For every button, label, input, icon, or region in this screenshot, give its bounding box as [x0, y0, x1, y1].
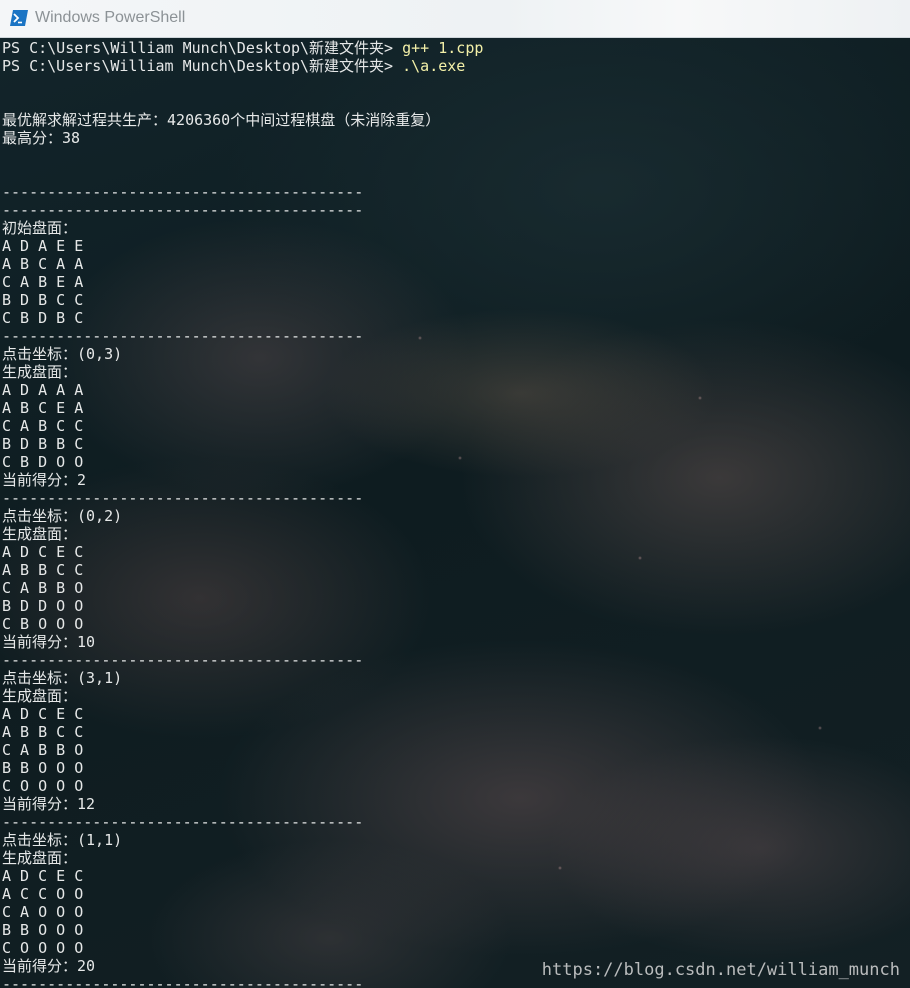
- board-row: C O O O O: [2, 939, 84, 957]
- board-row: A B C A A: [2, 255, 84, 273]
- click-coordinate-line: 点击坐标：(3,1): [2, 669, 123, 687]
- current-score-line: 当前得分：20: [2, 957, 96, 975]
- board-row: C A B B O: [2, 579, 84, 597]
- board-row: A B B C C: [2, 723, 84, 741]
- generated-board-label: 生成盘面：: [2, 849, 78, 867]
- separator-line: ----------------------------------------: [2, 183, 364, 201]
- generated-board-label: 生成盘面：: [2, 363, 78, 381]
- click-coordinate-line: 点击坐标：(1,1): [2, 831, 123, 849]
- board-row: A D C E C: [2, 543, 84, 561]
- generated-board-label: 生成盘面：: [2, 525, 78, 543]
- initial-board-label: 初始盘面：: [2, 219, 78, 237]
- prompt-line-2: PS C:\Users\William Munch\Desktop\新建文件夹>…: [2, 57, 483, 75]
- click-coordinate-line: 点击坐标：(0,2): [2, 507, 123, 525]
- console-output[interactable]: PS C:\Users\William Munch\Desktop\新建文件夹>…: [0, 38, 910, 988]
- console-lines: PS C:\Users\William Munch\Desktop\新建文件夹>…: [2, 39, 483, 988]
- separator-line: ----------------------------------------: [2, 975, 364, 988]
- prompt-path: PS C:\Users\William Munch\Desktop\新建文件夹>: [2, 39, 403, 57]
- powershell-icon: [10, 10, 28, 26]
- separator-line: ----------------------------------------: [2, 489, 364, 507]
- board-row: C A B E A: [2, 273, 84, 291]
- board-row: A D A A A: [2, 381, 84, 399]
- board-row: B B O O O: [2, 921, 84, 939]
- board-row: A D C E C: [2, 705, 84, 723]
- board-row: A B B C C: [2, 561, 84, 579]
- board-row: A D A E E: [2, 237, 84, 255]
- command-text: g++ 1.cpp: [402, 39, 484, 57]
- command-text: .\a.exe: [402, 57, 466, 75]
- window-title: Windows PowerShell: [35, 9, 186, 26]
- prompt-path: PS C:\Users\William Munch\Desktop\新建文件夹>: [2, 57, 403, 75]
- current-score-line: 当前得分：10: [2, 633, 96, 651]
- current-score-line: 当前得分：2: [2, 471, 87, 489]
- summary-line: 最优解求解过程共生产：4206360个中间过程棋盘（未消除重复）: [2, 111, 441, 129]
- board-row: B D B C C: [2, 291, 84, 309]
- separator-line: ----------------------------------------: [2, 813, 364, 831]
- watermark-url: https://blog.csdn.net/william_munch: [541, 960, 900, 980]
- click-coordinate-line: 点击坐标：(0,3): [2, 345, 123, 363]
- board-row: C B D O O: [2, 453, 84, 471]
- best-score-line: 最高分：38: [2, 129, 81, 147]
- board-row: C O O O O: [2, 777, 84, 795]
- generated-board-label: 生成盘面：: [2, 687, 78, 705]
- board-row: A C C O O: [2, 885, 84, 903]
- powershell-window: Windows PowerShell PS C:\Users\William M…: [0, 0, 910, 988]
- board-row: A D C E C: [2, 867, 84, 885]
- board-row: C A B B O: [2, 741, 84, 759]
- board-row: B D D O O: [2, 597, 84, 615]
- board-row: C B O O O: [2, 615, 84, 633]
- separator-line: ----------------------------------------: [2, 327, 364, 345]
- separator-line: ----------------------------------------: [2, 651, 364, 669]
- board-row: A B C E A: [2, 399, 84, 417]
- board-row: B B O O O: [2, 759, 84, 777]
- board-row: C B D B C: [2, 309, 84, 327]
- board-row: C A B C C: [2, 417, 84, 435]
- prompt-line-1: PS C:\Users\William Munch\Desktop\新建文件夹>…: [2, 39, 483, 57]
- board-row: C A O O O: [2, 903, 84, 921]
- board-row: B D B B C: [2, 435, 84, 453]
- current-score-line: 当前得分：12: [2, 795, 96, 813]
- separator-line: ----------------------------------------: [2, 201, 364, 219]
- title-bar[interactable]: Windows PowerShell: [0, 0, 910, 38]
